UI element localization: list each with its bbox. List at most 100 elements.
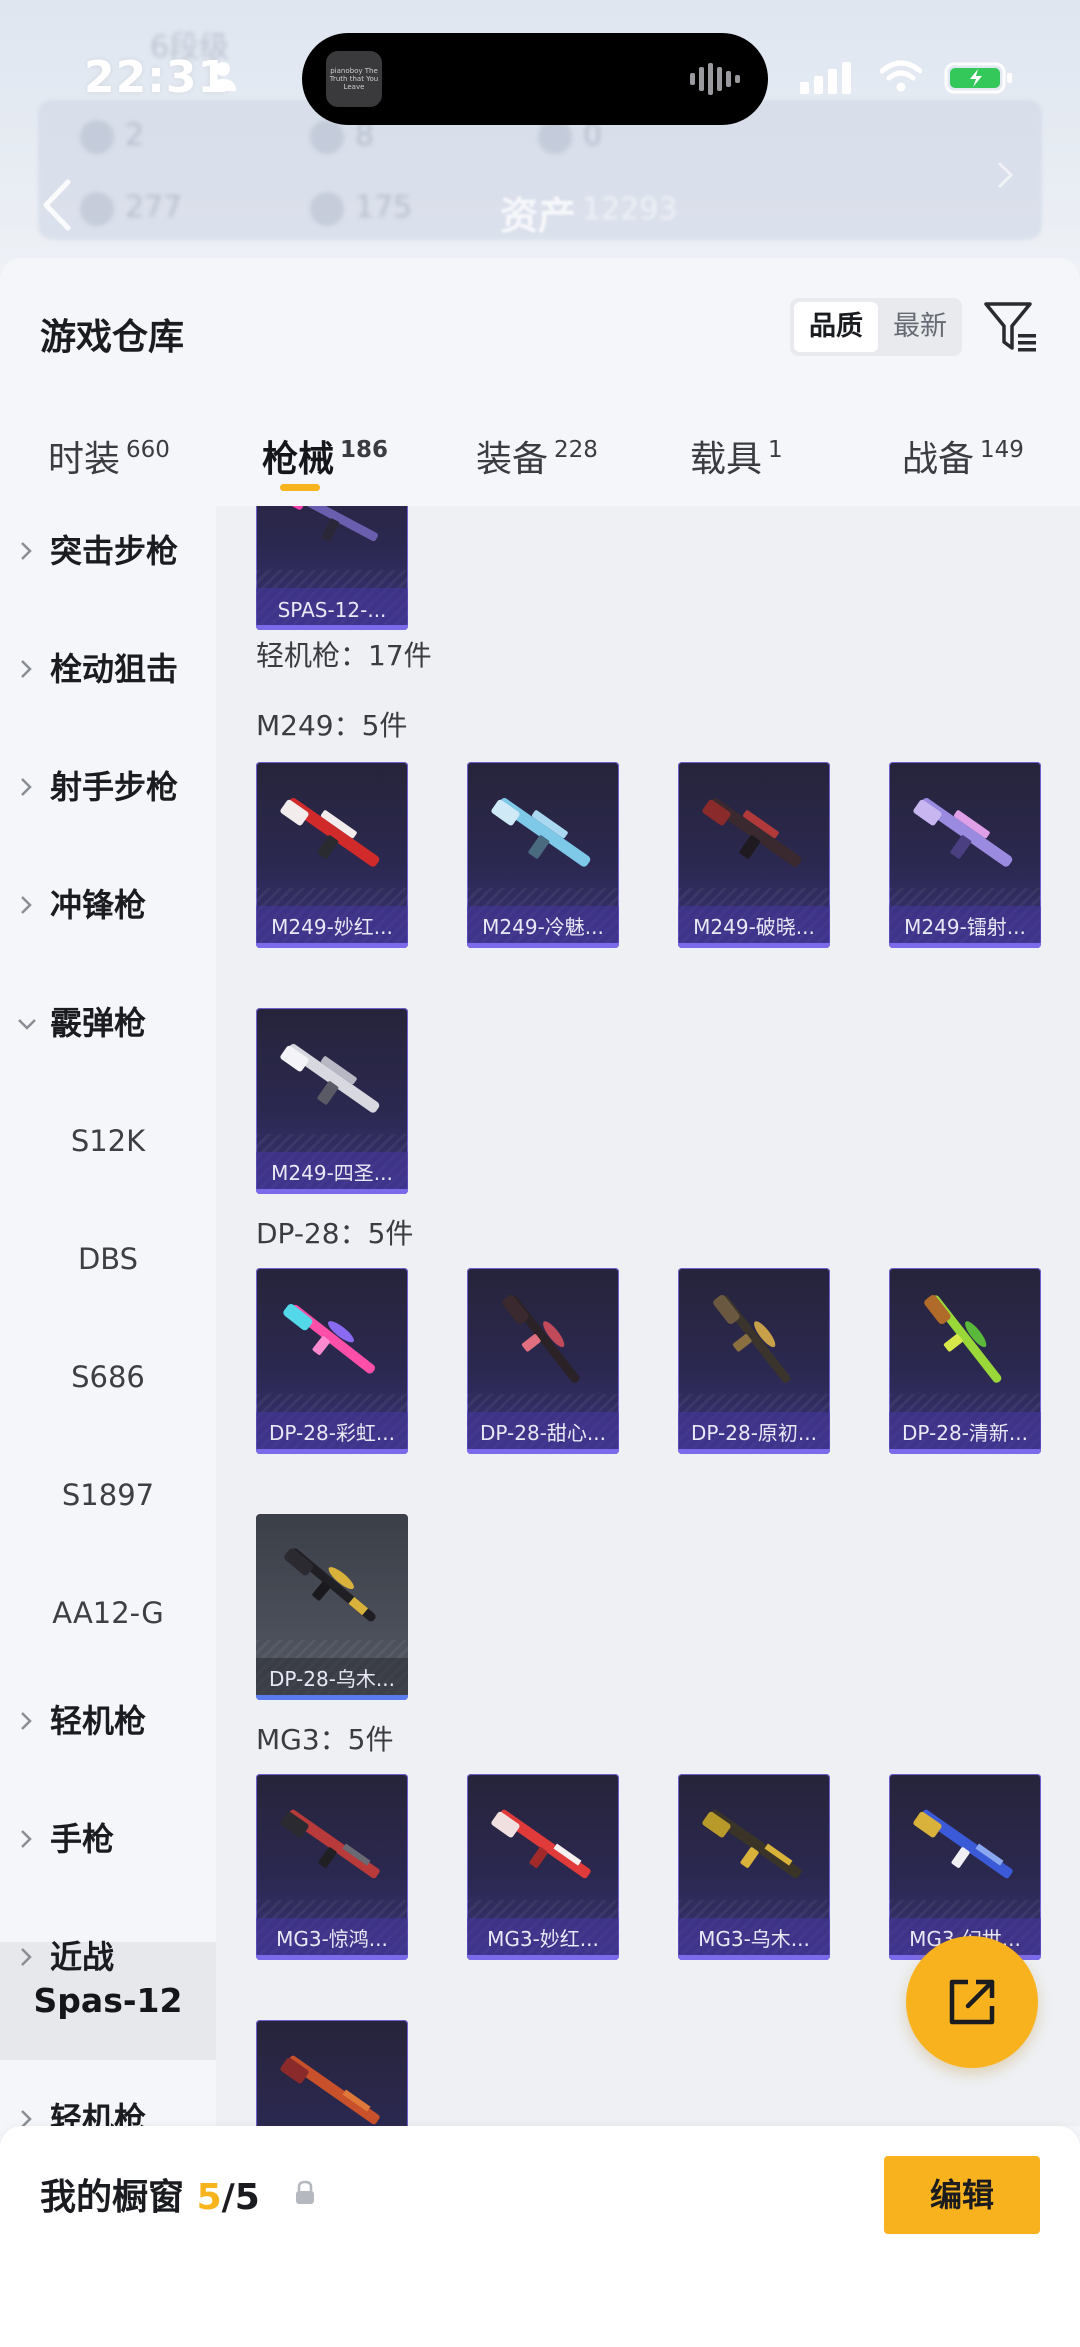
signal-icon <box>800 62 851 94</box>
weapon-card[interactable]: SPAS-12-... <box>256 506 408 630</box>
tab-outfits[interactable]: 时装 660 <box>48 430 170 482</box>
group-title-mg3: MG3：5件 <box>256 1723 394 1756</box>
weapon-card[interactable]: MG3-乌木... <box>678 1774 830 1960</box>
weapon-card[interactable]: DP-28-原初... <box>678 1268 830 1454</box>
showcase-label: 我的橱窗 <box>40 2177 185 2218</box>
filter-icon[interactable] <box>982 298 1040 356</box>
audio-waveform-icon <box>690 63 740 95</box>
tab-equipment[interactable]: 装备 228 <box>476 430 598 482</box>
weapon-card[interactable]: DP-28-乌木... <box>256 1514 408 1700</box>
showcase-count: 5 <box>196 2177 222 2218</box>
chevron-right-icon <box>21 542 32 560</box>
sidebar-item-label: 近战 <box>50 1938 115 1976</box>
sidebar-item-smg[interactable]: 冲锋枪 <box>0 860 216 950</box>
weapon-image <box>284 1548 376 1622</box>
sidebar-item-marksman-rifle[interactable]: 射手步枪 <box>0 742 216 832</box>
sidebar-subitem-dbs[interactable]: DBS <box>0 1214 216 1304</box>
sidebar-item-melee[interactable]: 近战 <box>0 1912 216 2002</box>
weapon-image <box>280 2055 380 2125</box>
weapon-image <box>282 506 378 542</box>
background-stat-value: 175 <box>355 190 413 225</box>
tab-supplies[interactable]: 战备 149 <box>902 430 1024 482</box>
showcase-title: 我的橱窗 5/5 <box>40 2168 260 2220</box>
external-link-icon <box>949 1979 995 2025</box>
weapon-name: DP-28-乌木... <box>269 1667 395 1691</box>
weapon-name: M249-四圣... <box>271 1161 393 1185</box>
weapon-image <box>924 1295 1002 1383</box>
weapon-card[interactable]: M249-破晓... <box>678 762 830 948</box>
tab-vehicles[interactable]: 载具 1 <box>690 430 783 482</box>
page-title: 游戏仓库 <box>40 317 185 358</box>
sidebar-item-shotgun[interactable]: 霰弹枪 <box>0 978 216 1068</box>
rarity-bar <box>678 943 830 948</box>
sidebar-item-label: 栓动狙击 <box>50 650 179 688</box>
weapon-card[interactable]: M249-妙红... <box>256 762 408 948</box>
tab-count: 186 <box>340 437 389 463</box>
background-stat-icon <box>80 192 114 226</box>
weapon-card[interactable]: M249-四圣... <box>256 1008 408 1194</box>
weapon-card[interactable] <box>256 2020 408 2126</box>
tab-count: 1 <box>768 437 783 463</box>
rarity-bar <box>467 943 619 948</box>
chevron-right-icon <box>21 896 32 914</box>
weapon-card[interactable]: M249-镭射... <box>889 762 1041 948</box>
sidebar-subitem-aa12g[interactable]: AA12-G <box>0 1568 216 1658</box>
lmg-count-label: 轻机枪：17件 <box>256 639 432 672</box>
sidebar-item-label: 手枪 <box>50 1820 115 1858</box>
weapon-card[interactable]: MG3-幻世... <box>889 1774 1041 1960</box>
sidebar-item-bolt-sniper[interactable]: 栓动狙击 <box>0 624 216 714</box>
rarity-bar <box>256 625 408 630</box>
sidebar-item-assault-rifle[interactable]: 突击步枪 <box>0 506 216 596</box>
active-tab-indicator <box>280 484 320 491</box>
weapon-card[interactable]: DP-28-彩虹... <box>256 1268 408 1454</box>
tab-count: 660 <box>126 437 170 463</box>
rarity-bar <box>256 1449 408 1454</box>
sidebar-subitem-s1897[interactable]: S1897 <box>0 1450 216 1540</box>
chevron-right-icon <box>21 1830 32 1848</box>
chevron-right-icon <box>21 1712 32 1730</box>
edit-button[interactable]: 编辑 <box>884 2156 1040 2234</box>
tab-count: 228 <box>554 437 598 463</box>
weapon-name: M249-妙红... <box>271 915 393 939</box>
sort-newest-button[interactable]: 最新 <box>882 302 958 352</box>
weapon-name: DP-28-清新... <box>902 1421 1028 1445</box>
background-stat-icon <box>80 120 114 154</box>
sidebar-item-lmg[interactable]: 轻机枪 <box>0 1676 216 1766</box>
dynamic-island: pianoboy The Truth that You Leave <box>302 33 768 125</box>
background-stat-icon <box>310 192 344 226</box>
sidebar-item-pistol[interactable]: 手枪 <box>0 1794 216 1884</box>
weapon-image <box>491 798 591 867</box>
weapon-image <box>491 1809 591 1879</box>
tab-label: 枪械 <box>262 439 335 480</box>
weapon-name: DP-28-甜心... <box>480 1421 606 1445</box>
tab-label: 载具 <box>690 439 763 480</box>
weapon-name: DP-28-原初... <box>691 1421 817 1445</box>
weapon-card[interactable]: DP-28-甜心... <box>467 1268 619 1454</box>
sidebar-item-label: 霰弹枪 <box>50 1004 147 1042</box>
weapon-card[interactable]: DP-28-清新... <box>889 1268 1041 1454</box>
now-playing-thumbnail: pianoboy The Truth that You Leave <box>326 51 382 107</box>
tab-weapons[interactable]: 枪械 186 <box>262 430 388 482</box>
background-asset-label: 资产 <box>500 194 577 238</box>
rarity-bar <box>467 1449 619 1454</box>
weapon-image <box>913 1809 1013 1879</box>
sort-quality-button[interactable]: 品质 <box>794 302 878 352</box>
weapon-card[interactable]: M249-冷魅... <box>467 762 619 948</box>
weapon-name: MG3-妙红... <box>487 1927 599 1951</box>
sidebar-subitem-s686[interactable]: S686 <box>0 1332 216 1422</box>
weapon-image <box>702 798 802 867</box>
weapon-card[interactable]: MG3-惊鸿... <box>256 1774 408 1960</box>
sidebar-subitem-s12k[interactable]: S12K <box>0 1096 216 1186</box>
battery-icon <box>944 62 1012 94</box>
chevron-right-icon <box>21 778 32 796</box>
weapon-image <box>280 1809 380 1879</box>
weapon-card[interactable]: MG3-妙红... <box>467 1774 619 1960</box>
chevron-down-icon <box>18 1019 36 1030</box>
weapon-name: MG3-乌木... <box>698 1927 810 1951</box>
back-arrow-icon[interactable] <box>40 178 74 232</box>
weapon-image <box>283 1303 376 1374</box>
rarity-bar <box>678 1449 830 1454</box>
weapon-image <box>913 798 1013 867</box>
share-fab-button[interactable] <box>906 1936 1038 2068</box>
rarity-bar <box>256 1955 408 1960</box>
